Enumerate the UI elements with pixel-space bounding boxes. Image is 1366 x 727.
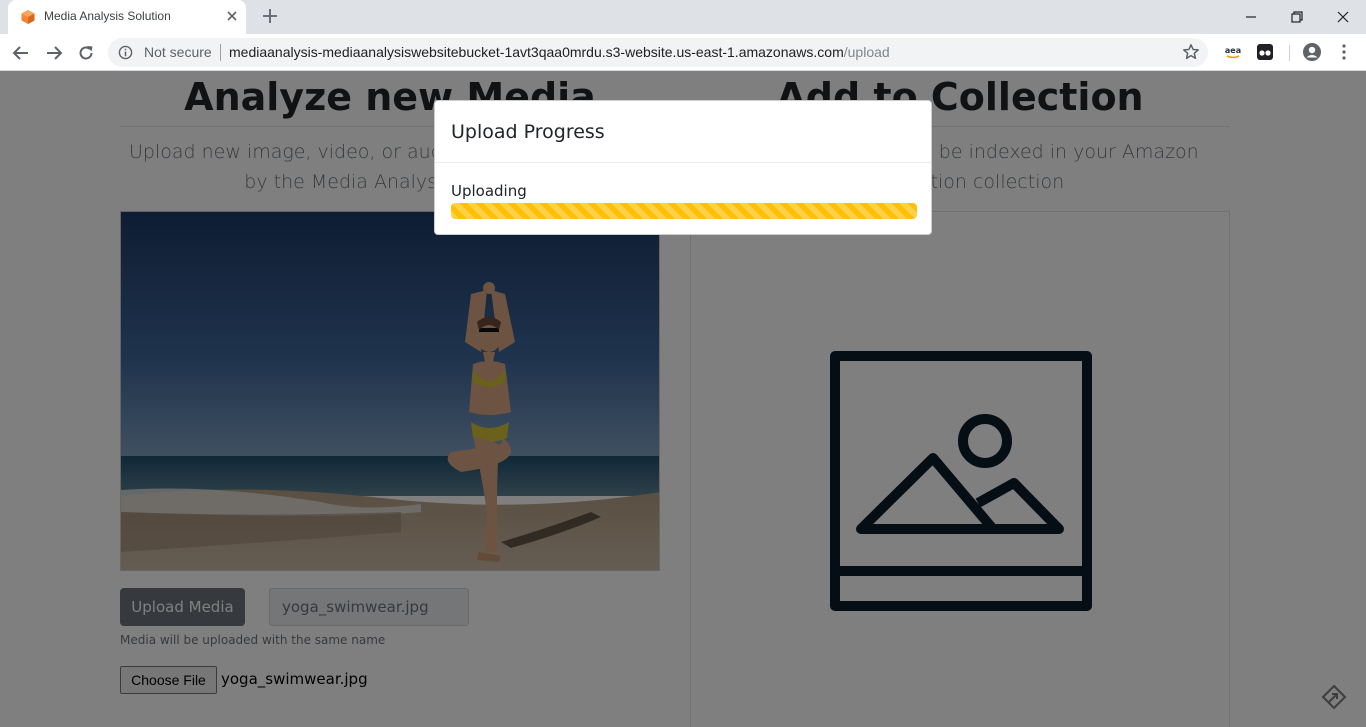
modal-body: Uploading xyxy=(435,163,931,219)
arrow-right-icon xyxy=(47,46,63,60)
security-label[interactable]: Not secure xyxy=(144,44,212,60)
toolbar-divider xyxy=(1289,45,1290,61)
reload-button[interactable] xyxy=(74,41,98,65)
star-icon[interactable] xyxy=(1182,43,1200,61)
info-icon[interactable] xyxy=(118,45,133,60)
forward-button[interactable] xyxy=(42,41,66,65)
browser-toolbar: Not secure mediaanalysis-mediaanalysiswe… xyxy=(0,34,1366,71)
tab-title: Media Analysis Solution xyxy=(44,9,171,23)
upload-status-text: Uploading xyxy=(451,182,527,200)
omnibox-divider xyxy=(220,44,221,61)
restore-button[interactable] xyxy=(1274,4,1320,30)
modal-title: Upload Progress xyxy=(451,121,605,143)
extension-icon xyxy=(1257,44,1273,60)
aws-hexagon-icon xyxy=(21,10,35,24)
minimize-button[interactable] xyxy=(1228,4,1274,30)
close-window-button[interactable] xyxy=(1320,4,1366,30)
plus-icon[interactable] xyxy=(260,6,280,26)
svg-text:aea: aea xyxy=(1225,46,1241,55)
close-icon xyxy=(1337,11,1349,23)
reload-icon xyxy=(79,46,93,60)
kebab-menu-icon xyxy=(1342,44,1346,60)
back-button[interactable] xyxy=(9,41,33,65)
arrow-left-icon xyxy=(12,46,28,60)
upload-progress-bar xyxy=(451,203,917,219)
close-icon[interactable] xyxy=(224,8,240,24)
browser-menu-button[interactable] xyxy=(1334,42,1354,62)
restore-icon xyxy=(1291,11,1303,23)
upload-progress-track xyxy=(451,203,917,219)
extension-button[interactable] xyxy=(1255,42,1275,62)
minimize-icon xyxy=(1246,16,1256,18)
tab-strip: Media Analysis Solution xyxy=(0,0,1366,34)
amazon-assistant-icon: aea xyxy=(1225,46,1241,59)
modal-header: Upload Progress xyxy=(435,101,931,163)
profile-button[interactable] xyxy=(1302,42,1322,62)
address-bar[interactable]: Not secure mediaanalysis-mediaanalysiswe… xyxy=(108,38,1208,67)
url-host: mediaanalysis-mediaanalysiswebsitebucket… xyxy=(229,44,844,60)
browser-tab[interactable]: Media Analysis Solution xyxy=(8,0,246,34)
amazon-assistant-button[interactable]: aea xyxy=(1223,42,1243,62)
url-text[interactable]: mediaanalysis-mediaanalysiswebsitebucket… xyxy=(229,44,890,60)
upload-progress-modal: Upload Progress Uploading xyxy=(434,100,932,235)
url-path: /upload xyxy=(843,44,890,60)
account-icon xyxy=(1303,43,1321,61)
